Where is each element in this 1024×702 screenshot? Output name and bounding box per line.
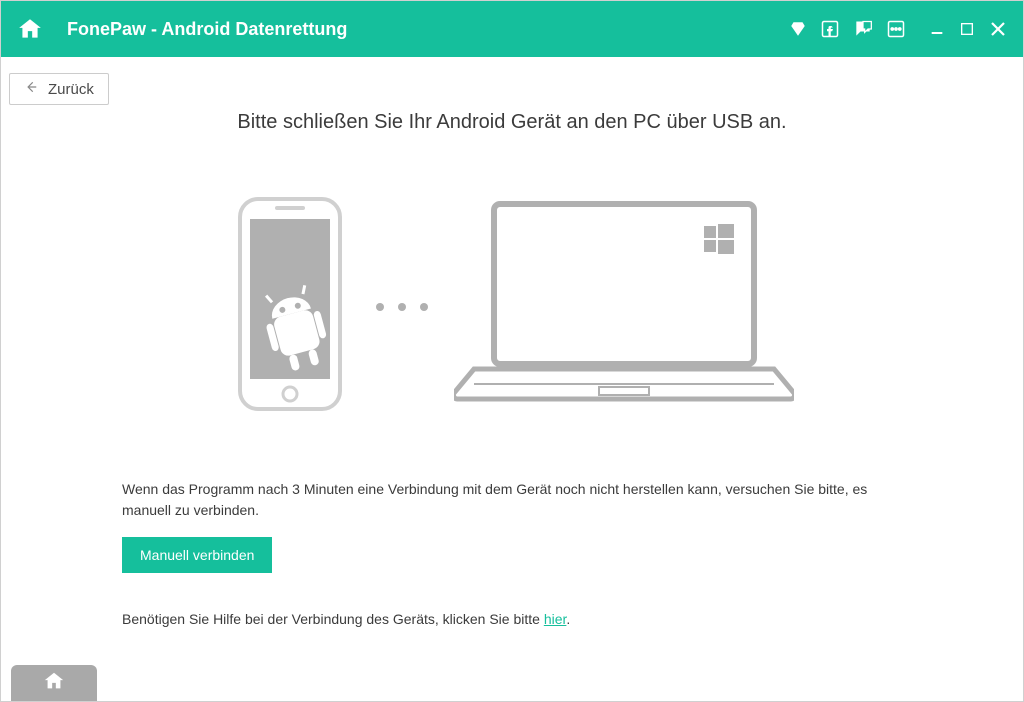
connection-illustration [41, 194, 983, 419]
titlebar: FonePaw - Android Datenrettung [1, 1, 1023, 57]
minimize-icon[interactable] [929, 21, 945, 37]
instructions-block: Wenn das Programm nach 3 Minuten eine Ve… [122, 479, 902, 630]
help-prefix: Benötigen Sie Hilfe bei der Verbindung d… [122, 611, 544, 627]
more-icon[interactable] [887, 20, 905, 38]
page-headline: Bitte schließen Sie Ihr Android Gerät an… [41, 111, 983, 134]
arrow-left-icon [24, 80, 38, 98]
android-phone-illustration [230, 194, 350, 419]
facebook-icon[interactable] [821, 20, 839, 38]
instruction-text: Wenn das Programm nach 3 Minuten eine Ve… [122, 479, 902, 521]
help-link[interactable]: hier [544, 611, 567, 627]
help-line: Benötigen Sie Hilfe bei der Verbindung d… [122, 609, 902, 630]
dot-icon [420, 303, 428, 311]
footer-home-tab[interactable] [11, 665, 97, 701]
close-icon[interactable] [989, 20, 1007, 38]
feedback-icon[interactable] [853, 19, 873, 39]
manual-connect-button[interactable]: Manuell verbinden [122, 537, 272, 573]
titlebar-right-icons [789, 19, 1007, 39]
home-icon[interactable] [17, 16, 43, 42]
main-content: Bitte schließen Sie Ihr Android Gerät an… [1, 101, 1023, 661]
diamond-icon[interactable] [789, 20, 807, 38]
app-title: FonePaw - Android Datenrettung [67, 19, 789, 40]
laptop-illustration [454, 194, 794, 419]
back-label: Zurück [48, 81, 94, 98]
dot-icon [398, 303, 406, 311]
home-icon [43, 670, 65, 697]
connection-dots [376, 303, 428, 311]
help-suffix: . [566, 611, 570, 627]
dot-icon [376, 303, 384, 311]
maximize-icon[interactable] [959, 21, 975, 37]
